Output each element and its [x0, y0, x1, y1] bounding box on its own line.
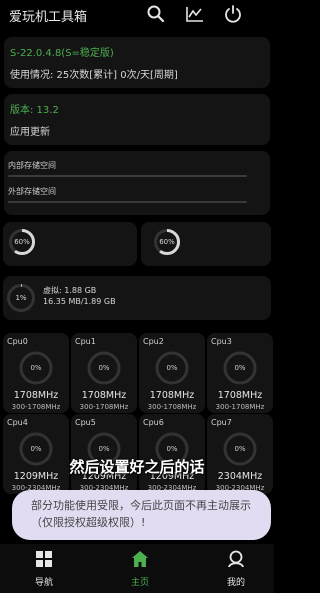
usage-card-left: 60% — [3, 222, 137, 266]
cpu-frequency: 1708MHz — [81, 390, 127, 401]
memory-percent: 1% — [15, 294, 27, 302]
cpu-name: Cpu7 — [211, 418, 232, 427]
nav-home-label: 主页 — [130, 578, 149, 588]
cpu-name: Cpu1 — [75, 337, 96, 346]
external-storage-bar — [8, 201, 247, 203]
cpu-load: 0% — [166, 364, 178, 372]
cpu-core-card: Cpu7 0% 2304MHz 300-2304MHz — [207, 414, 273, 494]
memory-ring: 1% — [6, 283, 36, 313]
cpu-name: Cpu3 — [211, 337, 232, 346]
virtual-memory: 虚拟: 1.88 GB — [43, 286, 97, 295]
search-icon[interactable] — [146, 4, 166, 24]
cpu-core-card: Cpu2 0% 1708MHz 300-1708MHz — [139, 333, 205, 413]
cpu-core-card: Cpu4 0% 1209MHz 300-2304MHz — [3, 414, 69, 494]
ram-usage: 16.35 MB/1.89 GB — [43, 297, 116, 306]
update-link[interactable]: 应用更新 — [10, 123, 50, 138]
cpu-name: Cpu6 — [143, 418, 164, 427]
cpu-frequency-range: 300-1708MHz — [11, 403, 61, 411]
cpu-frequency: 1708MHz — [13, 390, 59, 401]
app-title: 爱玩机工具箱 — [9, 10, 88, 25]
cpu-load-ring: 0% — [154, 350, 190, 386]
internal-storage-label: 内部存储空间 — [8, 161, 56, 170]
cpu-name: Cpu4 — [7, 418, 28, 427]
nav-navigation[interactable]: 导航 — [14, 544, 74, 593]
nav-home[interactable]: 主页 — [110, 544, 170, 593]
cpu-load: 0% — [30, 364, 42, 372]
cpu-name: Cpu5 — [75, 418, 96, 427]
power-icon[interactable] — [223, 4, 243, 24]
memory-card: 1% 虚拟: 1.88 GB 16.35 MB/1.89 GB — [3, 276, 271, 320]
version-card: 版本: 13.2 应用更新 — [4, 94, 270, 145]
bottom-nav: 导航 主页 我的 — [0, 544, 274, 593]
nav-profile-label: 我的 — [226, 578, 245, 588]
cpu-core-card: Cpu6 0% 1209MHz 300-2304MHz — [139, 414, 205, 494]
usage-left-percent: 60% — [14, 238, 30, 246]
cpu-frequency: 1708MHz — [217, 390, 263, 401]
cpu-load: 0% — [234, 364, 246, 372]
cpu-core-card: Cpu1 0% 1708MHz 300-1708MHz — [71, 333, 137, 413]
cpu-core-card: Cpu0 0% 1708MHz 300-1708MHz — [3, 333, 69, 413]
cpu-frequency-range: 300-1708MHz — [147, 403, 197, 411]
usage-stats: 使用情况: 25次数[累计] 0次/天[周期] — [10, 70, 178, 81]
home-icon — [130, 549, 150, 569]
nav-profile[interactable]: 我的 — [206, 544, 266, 593]
grid-icon — [34, 549, 54, 569]
toast-message: 部分功能使用受限，今后此页面不再主动展示（仅限授权超级权限）! — [12, 490, 271, 540]
info-card: S-22.0.4.8(S=稳定版) 使用情况: 25次数[累计] 0次/天[周期… — [4, 37, 270, 88]
external-storage-label: 外部存储空间 — [8, 187, 56, 196]
usage-ring-left: 60% — [8, 228, 36, 256]
cpu-core-card: Cpu3 0% 1708MHz 300-1708MHz — [207, 333, 273, 413]
cpu-load-ring: 0% — [86, 350, 122, 386]
chart-icon[interactable] — [185, 4, 205, 24]
cpu-frequency-range: 300-1708MHz — [79, 403, 129, 411]
cpu-frequency-range: 300-1708MHz — [215, 403, 265, 411]
build-version: S-22.0.4.8(S=稳定版) — [10, 48, 114, 59]
nav-navigation-label: 导航 — [34, 578, 53, 588]
cpu-load-ring: 0% — [18, 350, 54, 386]
cpu-name: Cpu2 — [143, 337, 164, 346]
app-version: 版本: 13.2 — [10, 105, 59, 116]
cpu-name: Cpu0 — [7, 337, 28, 346]
cpu-frequency: 1708MHz — [149, 390, 195, 401]
profile-icon — [226, 549, 246, 569]
internal-storage-bar — [8, 175, 247, 177]
usage-card-right: 60% — [141, 222, 271, 266]
storage-card: 内部存储空间 外部存储空间 — [4, 151, 270, 215]
video-subtitle: 然后设置好之后的话 — [69, 458, 205, 476]
usage-right-percent: 60% — [159, 238, 175, 246]
cpu-core-card: Cpu5 0% 1209MHz 300-2304MHz — [71, 414, 137, 494]
top-bar: 爱玩机工具箱 — [0, 0, 274, 28]
cpu-load-ring: 0% — [222, 350, 258, 386]
usage-ring-right: 60% — [153, 228, 181, 256]
cpu-load: 0% — [98, 364, 110, 372]
